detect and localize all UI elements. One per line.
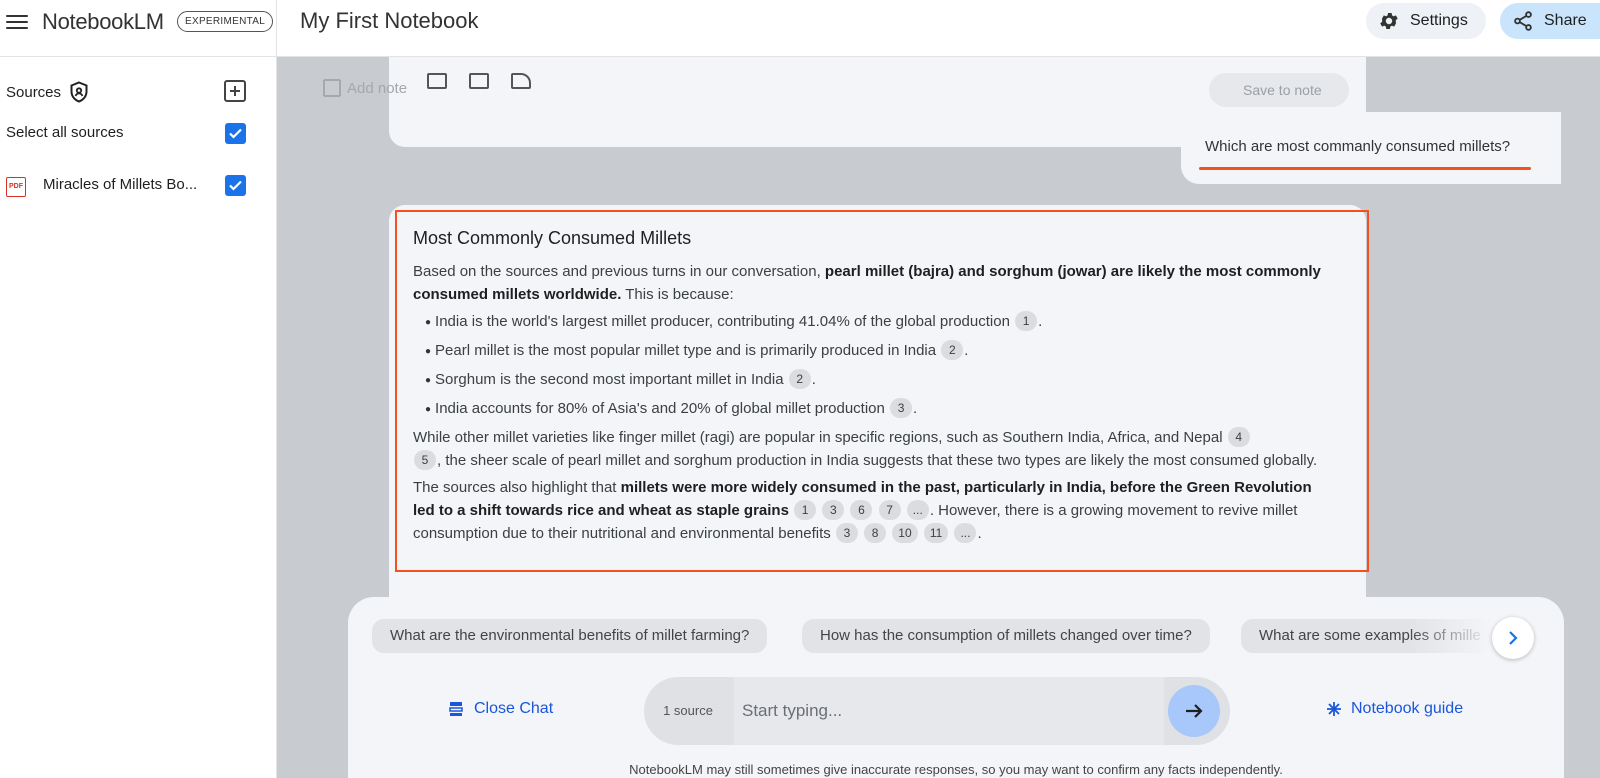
share-button[interactable]: Share [1500, 3, 1600, 39]
answer-paragraph-3: The sources also highlight that millets … [413, 476, 1328, 545]
sparkle-icon [1327, 702, 1341, 716]
notebook-title[interactable]: My First Notebook [300, 8, 479, 34]
chat-panel: Save to note Add note Which are most com… [277, 57, 1600, 778]
citation-chip[interactable]: 6 [850, 500, 873, 520]
source-count-pill[interactable]: 1 source [644, 677, 732, 745]
next-suggestions-button[interactable] [1492, 617, 1534, 659]
highlight-underline [1199, 167, 1531, 170]
sources-header: Sources [6, 81, 89, 103]
p2-end: , the sheer scale of pearl millet and so… [437, 452, 1318, 469]
add-source-icon[interactable] [224, 80, 246, 102]
citation-chip[interactable]: 8 [864, 523, 887, 543]
close-chat-label: Close Chat [474, 700, 554, 717]
chat-input-container: 1 source [644, 677, 1230, 745]
suggestion-chip[interactable]: What are the environmental benefits of m… [372, 619, 768, 653]
bullet-text: India accounts for 80% of Asia's and 20%… [435, 400, 885, 417]
share-icon [1514, 11, 1532, 31]
close-chat-button[interactable]: Close Chat [448, 700, 553, 718]
shield-icon[interactable] [69, 81, 89, 103]
edit-icon[interactable] [511, 73, 531, 89]
top-bar: NotebookLM EXPERIMENTAL My First Noteboo… [0, 0, 1600, 57]
settings-label: Settings [1410, 12, 1468, 29]
share-label: Share [1544, 12, 1587, 29]
citation-chip[interactable]: 5 [414, 450, 436, 470]
list-item: Pearl millet is the most popular millet … [425, 339, 1328, 363]
answer-paragraph-1: Based on the sources and previous turns … [413, 260, 1328, 306]
user-question: Which are most commanly consumed millets… [1205, 138, 1511, 155]
citation-chip[interactable]: 3 [890, 398, 913, 418]
p3-end: . [977, 525, 982, 542]
citation-chip[interactable]: 11 [923, 523, 949, 543]
notebook-guide-label: Notebook guide [1351, 700, 1464, 717]
note-icon [323, 79, 341, 97]
citation-chip[interactable]: 4 [1227, 427, 1250, 447]
citation-chip[interactable]: 2 [788, 369, 811, 389]
p3-text: The sources also highlight that [413, 479, 621, 496]
citation-chip[interactable]: 1 [794, 500, 817, 520]
select-all-checkbox[interactable] [225, 123, 246, 144]
bullet-text: Pearl millet is the most popular millet … [435, 342, 937, 359]
chat-close-icon [449, 702, 463, 716]
copy-icon[interactable] [427, 73, 447, 89]
answer-title: Most Commonly Consumed Millets [413, 228, 692, 248]
save-to-note-button[interactable]: Save to note [1209, 73, 1349, 107]
menu-icon[interactable] [6, 12, 28, 30]
settings-button[interactable]: Settings [1366, 3, 1486, 39]
bullet-text: India is the world's largest millet prod… [435, 313, 1010, 330]
citation-chip[interactable]: ... [906, 500, 929, 520]
notebook-guide-button[interactable]: Notebook guide [1326, 700, 1463, 718]
source-item-checkbox[interactable] [225, 175, 246, 196]
source-item-label[interactable]: Miracles of Millets Bo... [43, 176, 197, 193]
citation-chip[interactable]: 1 [1015, 311, 1038, 331]
citation-chip[interactable]: 3 [835, 523, 858, 543]
experimental-badge: EXPERIMENTAL [177, 11, 274, 32]
citation-chip[interactable]: 10 [892, 523, 918, 543]
sources-label: Sources [6, 83, 62, 101]
chevron-right-icon [1509, 631, 1518, 645]
checkmark-icon [229, 180, 242, 191]
answer-paragraph-2: While other millet varieties like finger… [413, 426, 1328, 472]
list-item: India is the world's largest millet prod… [425, 310, 1328, 334]
citation-chip[interactable]: 3 [822, 500, 845, 520]
gear-icon [1380, 12, 1398, 30]
sources-sidebar: Sources Select all sources PDF Miracles … [0, 57, 276, 778]
p1-text: Based on the sources and previous turns … [413, 263, 825, 280]
user-message-bubble: Which are most commanly consumed millets… [1181, 112, 1561, 184]
sidebar-divider [276, 0, 277, 778]
add-note-button[interactable]: Add note [323, 79, 407, 97]
pin-icon[interactable] [469, 73, 489, 89]
p2-text: While other millet varieties like finger… [413, 429, 1223, 446]
send-button[interactable] [1168, 685, 1220, 737]
chat-input[interactable] [734, 677, 1164, 745]
citation-chip[interactable]: 2 [941, 340, 964, 360]
checkmark-icon [229, 128, 242, 139]
bullet-text: Sorghum is the second most important mil… [435, 371, 784, 388]
arrow-right-icon [1186, 704, 1203, 718]
add-note-label: Add note [347, 79, 408, 97]
chat-composer: What are the environmental benefits of m… [348, 597, 1564, 778]
list-item: Sorghum is the second most important mil… [425, 368, 1328, 392]
suggestion-chip[interactable]: How has the consumption of millets chang… [802, 619, 1210, 653]
p1-end: This is because: [621, 286, 734, 303]
citation-chip[interactable]: 7 [878, 500, 901, 520]
app-logo[interactable]: NotebookLM [42, 9, 164, 35]
citation-chip[interactable]: ... [954, 523, 977, 543]
answer-content: Most Commonly Consumed Millets Based on … [413, 227, 1328, 549]
select-all-sources-label: Select all sources [6, 124, 124, 141]
list-item: India accounts for 80% of Asia's and 20%… [425, 397, 1328, 421]
answer-bullets: India is the world's largest millet prod… [425, 310, 1328, 421]
disclaimer-text: NotebookLM may still sometimes give inac… [629, 762, 1283, 777]
pdf-icon: PDF [6, 177, 26, 197]
